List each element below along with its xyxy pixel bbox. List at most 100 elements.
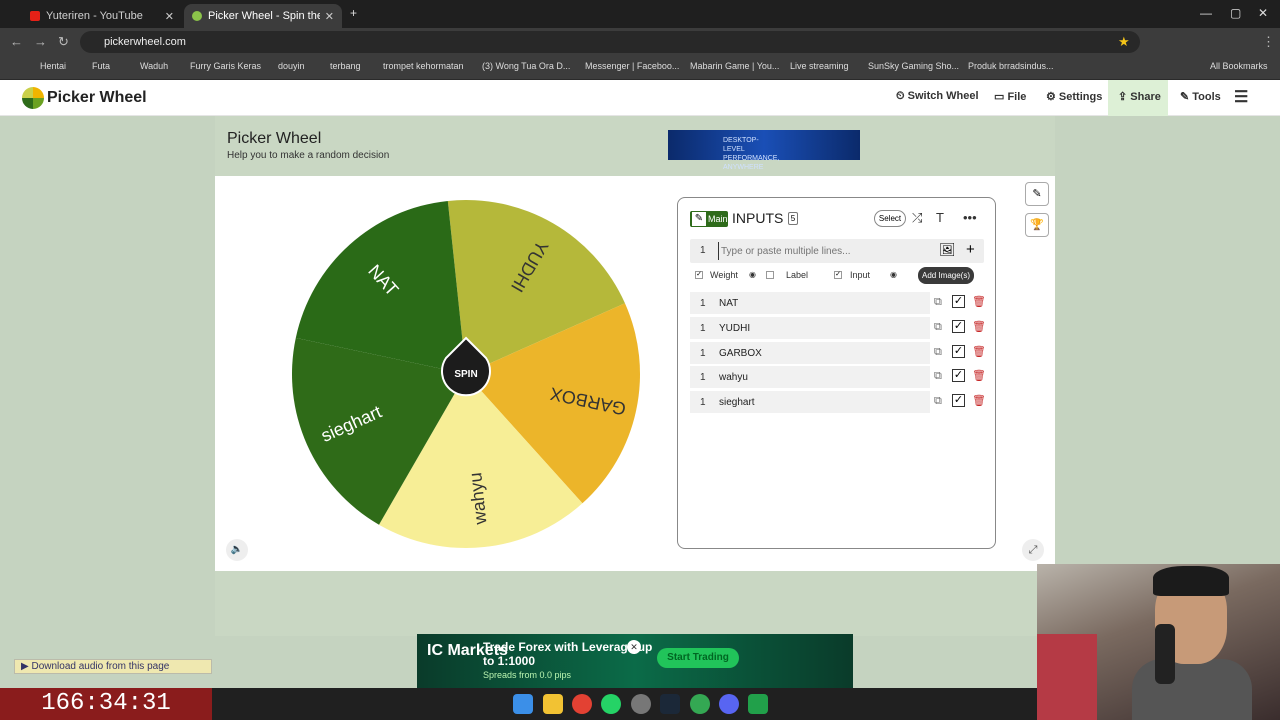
toggle-checkbox[interactable]: ✓ (952, 295, 965, 308)
bookmark-item[interactable]: (3) Wong Tua Ora D... (482, 61, 570, 71)
item-text[interactable]: YUDHI (719, 323, 750, 334)
settings-button[interactable]: ⚙ Settings (1046, 90, 1102, 103)
chrome-icon[interactable] (572, 694, 592, 714)
chrome-profile-icon[interactable] (690, 694, 710, 714)
list-item[interactable]: 1 sieghart (690, 391, 930, 413)
forward-icon[interactable]: → (34, 34, 47, 49)
file-button[interactable]: ▭ File (994, 90, 1026, 103)
bookmark-star-icon[interactable]: ★ (1118, 34, 1130, 50)
hamburger-menu-icon[interactable]: ☰ (1234, 87, 1248, 107)
delete-icon[interactable]: 🗑 (972, 369, 986, 382)
toggle-checkbox[interactable]: ✓ (952, 394, 965, 407)
fullscreen-icon[interactable]: ⤢ (1022, 539, 1044, 561)
eye-icon[interactable]: ◉ (749, 270, 756, 279)
bookmark-item[interactable]: trompet kehormatan (383, 61, 464, 71)
new-tab-icon[interactable]: + (350, 6, 357, 20)
new-entry-row: 1 🖼 + (690, 239, 984, 263)
window-close-icon[interactable]: ✕ (1258, 6, 1268, 20)
streamer-hair (1153, 566, 1229, 596)
trophy-icon[interactable]: 🏆 (1025, 213, 1049, 237)
minimize-icon[interactable]: — (1200, 6, 1212, 20)
select-button[interactable]: Select (874, 210, 906, 227)
download-audio-bar[interactable]: ▶ Download audio from this page (14, 659, 212, 674)
toggle-checkbox[interactable]: ✓ (952, 369, 965, 382)
duplicate-icon[interactable]: ⧉ (934, 296, 942, 309)
list-item[interactable]: 1 wahyu (690, 366, 930, 388)
bottom-advert[interactable]: IC Markets Trade Forex with Leverage up … (417, 634, 853, 688)
whatsapp-icon[interactable] (601, 694, 621, 714)
discord-icon[interactable] (719, 694, 739, 714)
picker-wheel[interactable]: YUDHI GARBOX wahyu sieghart NAT SPIN (290, 198, 642, 550)
bookmark-item[interactable]: Hentai (40, 61, 66, 71)
address-bar[interactable]: pickerwheel.com (80, 31, 1140, 53)
bookmark-item[interactable]: Live streaming (790, 61, 849, 71)
reload-icon[interactable]: ↻ (58, 34, 69, 50)
item-text[interactable]: wahyu (719, 372, 748, 383)
list-item[interactable]: 1 GARBOX (690, 342, 930, 364)
inputs-title: INPUTS (732, 210, 784, 226)
duplicate-icon[interactable]: ⧉ (934, 346, 942, 359)
text-size-icon[interactable]: T (936, 210, 944, 225)
shuffle-icon[interactable]: ⤮ (912, 210, 922, 226)
share-button[interactable]: ⇪ Share (1118, 90, 1161, 103)
close-icon[interactable]: ✕ (325, 10, 334, 23)
menu-dots-icon[interactable]: ⋮ (1262, 34, 1275, 50)
weight-checkbox[interactable]: ✓ (695, 271, 703, 279)
tab-youtube[interactable]: Yuteriren - YouTube ✕ (22, 4, 182, 28)
bookmark-item[interactable]: Futa (92, 61, 110, 71)
page-title: Picker Wheel (227, 130, 322, 147)
input-checkbox[interactable]: ✓ (834, 271, 842, 279)
sound-toggle-icon[interactable]: 🔈 (226, 539, 248, 561)
start-trading-button[interactable]: Start Trading (657, 648, 739, 668)
bookmark-item[interactable]: SunSky Gaming Sho... (868, 61, 959, 71)
duplicate-icon[interactable]: ⧉ (934, 370, 942, 383)
duplicate-icon[interactable]: ⧉ (934, 395, 942, 408)
bookmark-item[interactable]: Waduh (140, 61, 168, 71)
item-text[interactable]: GARBOX (719, 348, 762, 359)
toggle-checkbox[interactable]: ✓ (952, 320, 965, 333)
wheel-svg[interactable]: YUDHIGARBOXwahyusieghartNAT SPIN (290, 198, 642, 550)
bookmark-item[interactable]: Mabarin Game | You... (690, 61, 779, 71)
top-advert[interactable]: DESKTOP-LEVEL PERFORMANCE, ANYWHERE (668, 130, 860, 171)
ad-close-icon[interactable]: ✕ (627, 640, 641, 654)
list-item[interactable]: 1 NAT (690, 292, 930, 314)
obs-icon[interactable] (631, 694, 651, 714)
bookmark-item[interactable]: Produk brradsindus... (968, 61, 1054, 71)
item-weight: 1 (700, 298, 706, 309)
item-text[interactable]: NAT (719, 298, 738, 309)
steam-icon[interactable] (660, 694, 680, 714)
bookmark-item[interactable]: terbang (330, 61, 361, 71)
delete-icon[interactable]: 🗑 (972, 394, 986, 407)
windows-start-icon[interactable] (513, 694, 533, 714)
more-options-icon[interactable]: ••• (963, 210, 977, 225)
edit-panel-icon[interactable]: ✎ (1025, 182, 1049, 206)
duplicate-icon[interactable]: ⧉ (934, 321, 942, 334)
tab-pickerwheel[interactable]: Picker Wheel - Spin the Wheel ✕ (184, 4, 342, 28)
delete-icon[interactable]: 🗑 (972, 345, 986, 358)
add-icon[interactable]: + (966, 241, 975, 258)
close-icon[interactable]: ✕ (165, 10, 174, 23)
all-bookmarks[interactable]: All Bookmarks (1210, 61, 1268, 71)
back-icon[interactable]: ← (10, 34, 23, 49)
stream-timer: 166:34:31 (0, 688, 212, 720)
bookmark-item[interactable]: Furry Garis Keras (190, 61, 261, 71)
brand-name[interactable]: Picker Wheel (47, 89, 147, 107)
maximize-icon[interactable]: ▢ (1230, 6, 1241, 20)
bookmark-item[interactable]: douyin (278, 61, 305, 71)
delete-icon[interactable]: 🗑 (972, 295, 986, 308)
delete-icon[interactable]: 🗑 (972, 320, 986, 333)
app-icon[interactable] (748, 694, 768, 714)
item-text[interactable]: sieghart (719, 397, 755, 408)
list-item[interactable]: 1 YUDHI (690, 317, 930, 339)
label-checkbox[interactable] (766, 271, 774, 279)
eye-icon[interactable]: ◉ (890, 270, 897, 279)
pickerwheel-logo-icon[interactable] (22, 87, 44, 109)
image-icon[interactable]: 🖼 (939, 242, 956, 258)
youtube-icon (30, 11, 40, 21)
switch-wheel-button[interactable]: ⏲ Switch Wheel (896, 90, 979, 103)
entry-input[interactable] (718, 242, 928, 260)
toggle-checkbox[interactable]: ✓ (952, 345, 965, 358)
bookmark-item[interactable]: Messenger | Faceboo... (585, 61, 679, 71)
file-explorer-icon[interactable] (543, 694, 563, 714)
tools-button[interactable]: ✎ Tools (1180, 90, 1221, 103)
